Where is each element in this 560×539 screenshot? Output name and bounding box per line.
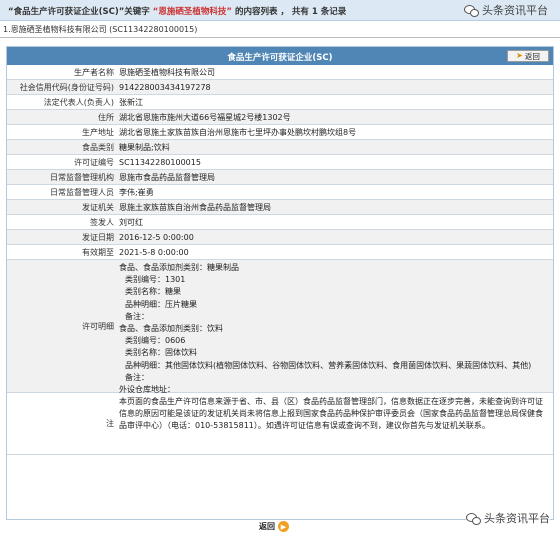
query-suffix: 的内容列表 ， 共有 1 条记录 <box>234 7 347 17</box>
panel-header: 食品生产许可获证企业(SC) ➤ 返回 <box>7 47 553 65</box>
table-row: 生产地址 湖北省恩施土家族苗族自治州恩施市七里坪办事处鹏坎村鹏坎组8号 <box>7 125 553 140</box>
table-row: 法定代表人(负责人) 张新江 <box>7 95 553 110</box>
field-label: 法定代表人(负责人) <box>43 98 114 107</box>
arrow-right-icon: ▶ <box>278 521 289 532</box>
watermark-bottom: 头条资讯平台 <box>466 510 550 526</box>
field-label: 食品类别 <box>82 143 114 152</box>
field-value: 恩施土家族苗族自治州食品药品监督管理局 <box>119 203 271 212</box>
detail-line: 备注： <box>125 372 149 382</box>
field-label: 社会信用代码(身份证号码) <box>19 83 114 92</box>
detail-line: 品种明细：压片糖果 <box>125 299 197 309</box>
back-button-top[interactable]: ➤ 返回 <box>507 50 549 62</box>
field-label: 签发人 <box>90 218 114 227</box>
divider <box>0 37 560 38</box>
detail-line: 食品、食品添加剂类别：糖果制品 <box>119 263 239 272</box>
detail-line: 品种明细：其他固体饮料(植物固体饮料、谷物固体饮料、营养素固体饮料、食用菌固体饮… <box>125 360 532 370</box>
search-result-header: “食品生产许可获证企业(SC)”关键字 “恩施硒圣植物科技” 的内容列表 ， 共… <box>0 0 560 21</box>
table-row: 发证机关 恩施土家族苗族自治州食品药品监督管理局 <box>7 200 553 215</box>
field-label: 住所 <box>98 113 114 122</box>
field-label: 有效期至 <box>82 248 114 257</box>
detail-panel: 食品生产许可获证企业(SC) ➤ 返回 生产者名称 恩施硒圣植物科技有限公司 社会… <box>6 46 554 520</box>
field-value: 糖果制品;饮料 <box>119 143 170 152</box>
field-value: 湖北省恩施土家族苗族自治州恩施市七里坪办事处鹏坎村鹏坎组8号 <box>119 128 357 137</box>
table-row: 日常监督管理人员 李伟;崔勇 <box>7 185 553 200</box>
watermark-top: 头条资讯平台 <box>464 2 548 18</box>
note-label: 注 <box>106 419 114 428</box>
field-value: 2016-12-5 0:00:00 <box>119 233 194 242</box>
table-row: 社会信用代码(身份证号码) 914228003434197278 <box>7 80 553 95</box>
field-value: 恩施市食品药品监督管理局 <box>119 173 215 182</box>
field-label: 日常监督管理机构 <box>50 173 114 182</box>
field-value: 刘可红 <box>119 218 143 227</box>
table-row: 食品类别 糖果制品;饮料 <box>7 140 553 155</box>
back-button-label: 返回 <box>524 51 540 61</box>
permit-detail-list: 食品、食品添加剂类别：糖果制品 类别编号：1301 类别名称：糖果 品种明细：压… <box>117 260 532 394</box>
field-value: 张新江 <box>119 98 143 107</box>
field-label: 许可证编号 <box>74 158 114 167</box>
watermark-text: 头条资讯平台 <box>484 512 550 525</box>
note-text: 本页面的食品生产许可信息来源于省、市、县（区）食品药品监督管理部门，信息数据正在… <box>119 397 543 430</box>
detail-line: 类别编号：0606 <box>125 336 186 346</box>
detail-line: 食品、食品添加剂类别：饮料 <box>119 323 223 333</box>
field-value: 李伟;崔勇 <box>119 188 154 197</box>
back-button-label: 返回 <box>259 522 275 531</box>
table-row: 住所 湖北省恩施市施州大道66号福星城2号楼1302号 <box>7 110 553 125</box>
wechat-icon <box>466 512 481 525</box>
table-row: 发证日期 2016-12-5 0:00:00 <box>7 230 553 245</box>
field-label: 发证日期 <box>82 233 114 242</box>
field-label: 日常监督管理人员 <box>50 188 114 197</box>
panel-title: 食品生产许可获证企业(SC) <box>227 53 333 63</box>
query-prefix: “食品生产许可获证企业(SC)”关键字 <box>8 7 150 17</box>
query-keyword: “恩施硒圣植物科技” <box>152 7 232 17</box>
field-label: 生产者名称 <box>74 68 114 77</box>
field-value: 2021-5-8 0:00:00 <box>119 248 189 257</box>
permit-detail-row: 许可明细 食品、食品添加剂类别：糖果制品 类别编号：1301 类别名称：糖果 品… <box>7 260 553 394</box>
arrow-right-icon: ➤ <box>516 51 523 60</box>
wechat-icon <box>464 4 479 17</box>
field-value: 914228003434197278 <box>119 83 211 92</box>
field-value: SC11342280100015 <box>119 158 201 167</box>
detail-line: 备注： <box>125 311 149 321</box>
field-value: 湖北省恩施市施州大道66号福星城2号楼1302号 <box>119 113 291 122</box>
detail-line: 类别名称：固体饮料 <box>125 348 197 358</box>
result-item-link[interactable]: 1.恩施硒圣植物科技有限公司 (SC11342280100015) <box>3 24 197 35</box>
detail-line: 类别编号：1301 <box>125 275 186 285</box>
field-label: 生产地址 <box>82 128 114 137</box>
table-row: 日常监督管理机构 恩施市食品药品监督管理局 <box>7 170 553 185</box>
table-row: 有效期至 2021-5-8 0:00:00 <box>7 245 553 260</box>
watermark-text: 头条资讯平台 <box>482 4 548 17</box>
field-value: 恩施硒圣植物科技有限公司 <box>119 68 215 77</box>
detail-table: 生产者名称 恩施硒圣植物科技有限公司 社会信用代码(身份证号码) 914228003… <box>7 65 553 455</box>
field-label: 发证机关 <box>82 203 114 212</box>
table-row: 许可证编号 SC11342280100015 <box>7 155 553 170</box>
detail-line: 类别名称：糖果 <box>125 287 181 297</box>
note-row: 注 本页面的食品生产许可信息来源于省、市、县（区）食品药品监督管理部门，信息数据… <box>7 393 553 455</box>
field-label: 许可明细 <box>82 322 114 331</box>
table-row: 生产者名称 恩施硒圣植物科技有限公司 <box>7 65 553 80</box>
search-summary: “食品生产许可获证企业(SC)”关键字 “恩施硒圣植物科技” 的内容列表 ， 共… <box>8 5 346 17</box>
back-button-bottom[interactable]: 返回 ▶ <box>259 521 289 532</box>
table-row: 签发人 刘可红 <box>7 215 553 230</box>
